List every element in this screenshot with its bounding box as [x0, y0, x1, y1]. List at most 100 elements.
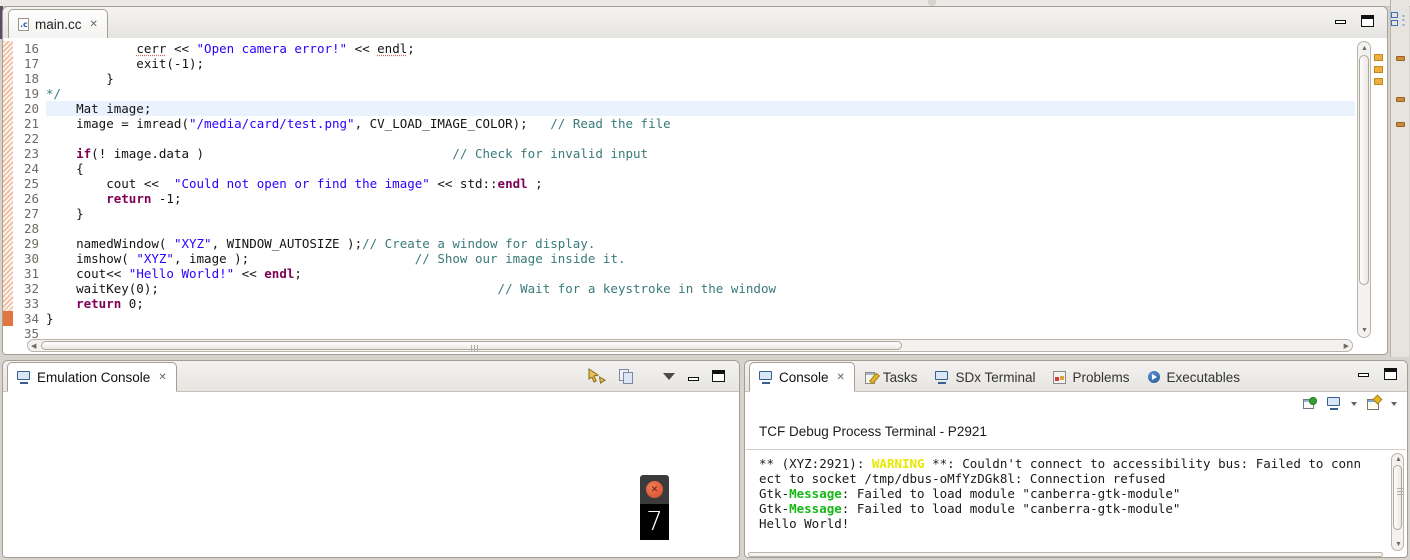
- tab-main-cc[interactable]: main.cc ✕: [8, 9, 108, 39]
- scroll-up-icon[interactable]: ▲: [1361, 45, 1368, 52]
- line-number[interactable]: 25: [13, 176, 46, 191]
- line-number[interactable]: 32: [13, 281, 46, 296]
- minimize-icon[interactable]: [688, 377, 699, 381]
- code-line[interactable]: 28: [3, 221, 1355, 236]
- scroll-down-icon[interactable]: ▼: [1361, 327, 1368, 334]
- chevron-down-icon[interactable]: [1351, 402, 1357, 406]
- minimize-icon[interactable]: [1335, 20, 1346, 24]
- code-line[interactable]: 31 cout<< "Hello World!" << endl;: [3, 266, 1355, 281]
- scroll-down-icon[interactable]: ▼: [1395, 541, 1402, 548]
- tab-console[interactable]: Console✕: [749, 362, 855, 392]
- display-console-icon[interactable]: [1327, 397, 1341, 410]
- line-number[interactable]: 31: [13, 266, 46, 281]
- line-number[interactable]: 21: [13, 116, 46, 131]
- code-line[interactable]: 20 Mat image;: [3, 101, 1355, 116]
- code-line[interactable]: 22: [3, 131, 1355, 146]
- tab-emulation-console[interactable]: Emulation Console ✕: [7, 362, 177, 392]
- tab-problems[interactable]: Problems: [1044, 363, 1138, 391]
- popup-close-icon[interactable]: ✕: [646, 481, 663, 498]
- emulation-console-tab-label: Emulation Console: [37, 370, 150, 385]
- code-line[interactable]: 25 cout << "Could not open or find the i…: [3, 176, 1355, 191]
- code-editor[interactable]: 16 cerr << "Open camera error!" << endl;…: [3, 38, 1387, 354]
- line-number[interactable]: 28: [13, 221, 46, 236]
- tab-sdx-terminal[interactable]: SDx Terminal: [926, 363, 1044, 391]
- line-number[interactable]: 27: [13, 206, 46, 221]
- code-line[interactable]: 27 }: [3, 206, 1355, 221]
- minimized-view-icon[interactable]: [1396, 56, 1405, 61]
- chevron-down-icon[interactable]: [1391, 402, 1397, 406]
- minimize-icon[interactable]: [1358, 373, 1369, 377]
- editor-vscroll-thumb[interactable]: [1359, 55, 1369, 285]
- digit-glyph: 7: [646, 507, 663, 537]
- line-number[interactable]: 16: [13, 41, 46, 56]
- line-number[interactable]: 30: [13, 251, 46, 266]
- view-menu-icon[interactable]: [663, 373, 675, 380]
- line-number[interactable]: 23: [13, 146, 46, 161]
- editor-vertical-scrollbar[interactable]: ▲ ▼: [1357, 41, 1371, 338]
- popup-title-bar[interactable]: ✕: [640, 475, 669, 504]
- minimized-view-icon[interactable]: [1396, 122, 1405, 127]
- maximize-icon[interactable]: [712, 370, 725, 382]
- xyz-display-window[interactable]: ✕ 7: [640, 475, 669, 540]
- close-icon[interactable]: ✕: [158, 372, 166, 383]
- cursor-mode-icon[interactable]: [587, 368, 606, 384]
- scroll-right-icon[interactable]: ▶: [1344, 343, 1349, 350]
- code-text: cout << "Could not open or find the imag…: [46, 176, 1355, 191]
- code-text: */: [46, 86, 1355, 101]
- line-number[interactable]: 29: [13, 236, 46, 251]
- code-line[interactable]: 19*/: [3, 86, 1355, 101]
- editor-horizontal-scrollbar[interactable]: ◀ ▶: [27, 339, 1353, 352]
- annotation-marker[interactable]: [1374, 78, 1383, 85]
- line-number[interactable]: 33: [13, 296, 46, 311]
- line-number[interactable]: 18: [13, 71, 46, 86]
- change-marker: [3, 101, 13, 116]
- code-line[interactable]: 23 if(! image.data ) // Check for invali…: [3, 146, 1355, 161]
- open-console-icon[interactable]: [1367, 397, 1381, 410]
- console-output-line: Gtk-Message: Failed to load module "canb…: [759, 486, 1381, 501]
- code-line[interactable]: 18 }: [3, 71, 1355, 86]
- line-number[interactable]: 34: [13, 311, 46, 326]
- line-number[interactable]: 22: [13, 131, 46, 146]
- line-number[interactable]: 20: [13, 101, 46, 116]
- scroll-up-icon[interactable]: ▲: [1395, 456, 1402, 463]
- terminal-title: TCF Debug Process Terminal - P2921: [759, 424, 987, 439]
- line-number[interactable]: 17: [13, 56, 46, 71]
- annotation-marker[interactable]: [1374, 66, 1383, 73]
- code-line[interactable]: 16 cerr << "Open camera error!" << endl;: [3, 41, 1355, 56]
- overview-ruler[interactable]: [1373, 41, 1385, 338]
- line-number[interactable]: 19: [13, 86, 46, 101]
- minimized-view-icon[interactable]: [1396, 97, 1405, 102]
- console-output-line: ** (XYZ:2921): WARNING **: Couldn't conn…: [759, 456, 1381, 471]
- line-number[interactable]: 24: [13, 161, 46, 176]
- code-line[interactable]: 24 {: [3, 161, 1355, 176]
- code-line[interactable]: 33 return 0;: [3, 296, 1355, 311]
- pin-console-icon[interactable]: [1303, 397, 1317, 410]
- annotation-marker[interactable]: [1374, 54, 1383, 61]
- maximize-icon[interactable]: [1361, 15, 1374, 27]
- console-horizontal-scrollbar[interactable]: [748, 552, 1383, 557]
- close-icon[interactable]: ✕: [837, 372, 845, 383]
- code-line[interactable]: 29 namedWindow( "XYZ", WINDOW_AUTOSIZE )…: [3, 236, 1355, 251]
- console-vertical-scrollbar[interactable]: ▲ ▼: [1391, 453, 1404, 551]
- editor-hscroll-thumb[interactable]: [41, 341, 902, 350]
- restore-views-icon[interactable]: [1391, 12, 1406, 27]
- console-output[interactable]: ** (XYZ:2921): WARNING **: Couldn't conn…: [759, 456, 1381, 531]
- close-icon[interactable]: ✕: [90, 19, 98, 30]
- maximize-icon[interactable]: [1384, 368, 1397, 380]
- tab-executables[interactable]: Executables: [1139, 363, 1250, 391]
- code-line[interactable]: 30 imshow( "XYZ", image ); // Show our i…: [3, 251, 1355, 266]
- line-number[interactable]: 26: [13, 191, 46, 206]
- code-line[interactable]: 26 return -1;: [3, 191, 1355, 206]
- code-line[interactable]: 32 waitKey(0); // Wait for a keystroke i…: [3, 281, 1355, 296]
- tab-label: Problems: [1072, 370, 1129, 385]
- emulation-console-content[interactable]: ✕ 7: [4, 392, 738, 556]
- console-vscroll-thumb[interactable]: [1393, 465, 1402, 530]
- code-text: imshow( "XYZ", image ); // Show our imag…: [46, 251, 1355, 266]
- code-line[interactable]: 21 image = imread("/media/card/test.png"…: [3, 116, 1355, 131]
- copy-icon[interactable]: [619, 369, 633, 383]
- tab-tasks[interactable]: Tasks: [855, 363, 927, 391]
- scroll-left-icon[interactable]: ◀: [31, 343, 36, 350]
- change-marker: [3, 281, 13, 296]
- code-line[interactable]: 34}: [3, 311, 1355, 326]
- code-line[interactable]: 17 exit(-1);: [3, 56, 1355, 71]
